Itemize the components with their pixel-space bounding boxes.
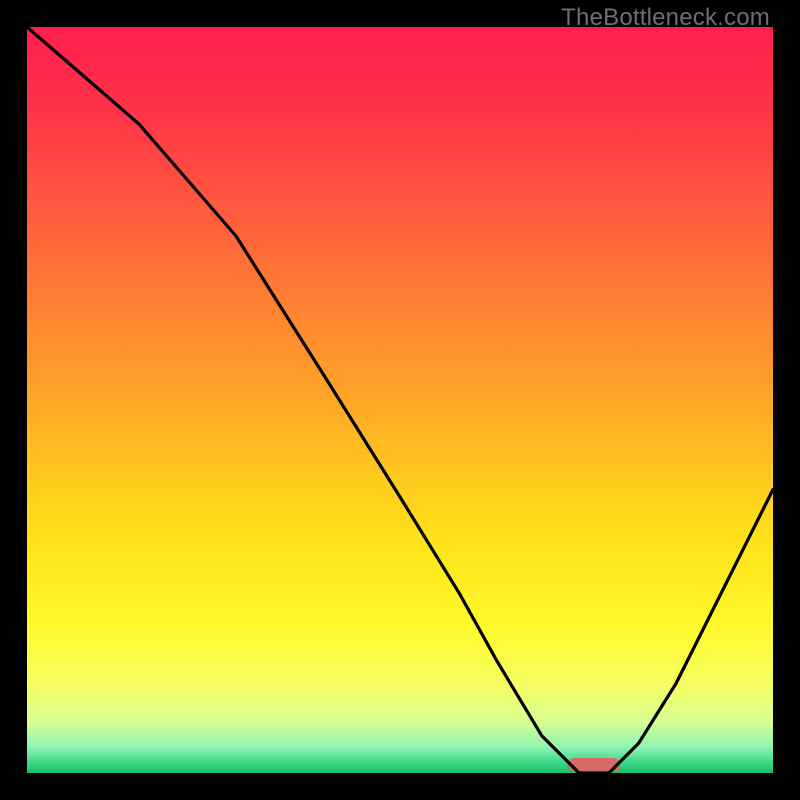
plot-area [27,27,773,773]
chart-frame: TheBottleneck.com [0,0,800,800]
chart-svg [27,27,773,773]
gradient-background [27,27,773,773]
watermark-text: TheBottleneck.com [561,4,770,32]
